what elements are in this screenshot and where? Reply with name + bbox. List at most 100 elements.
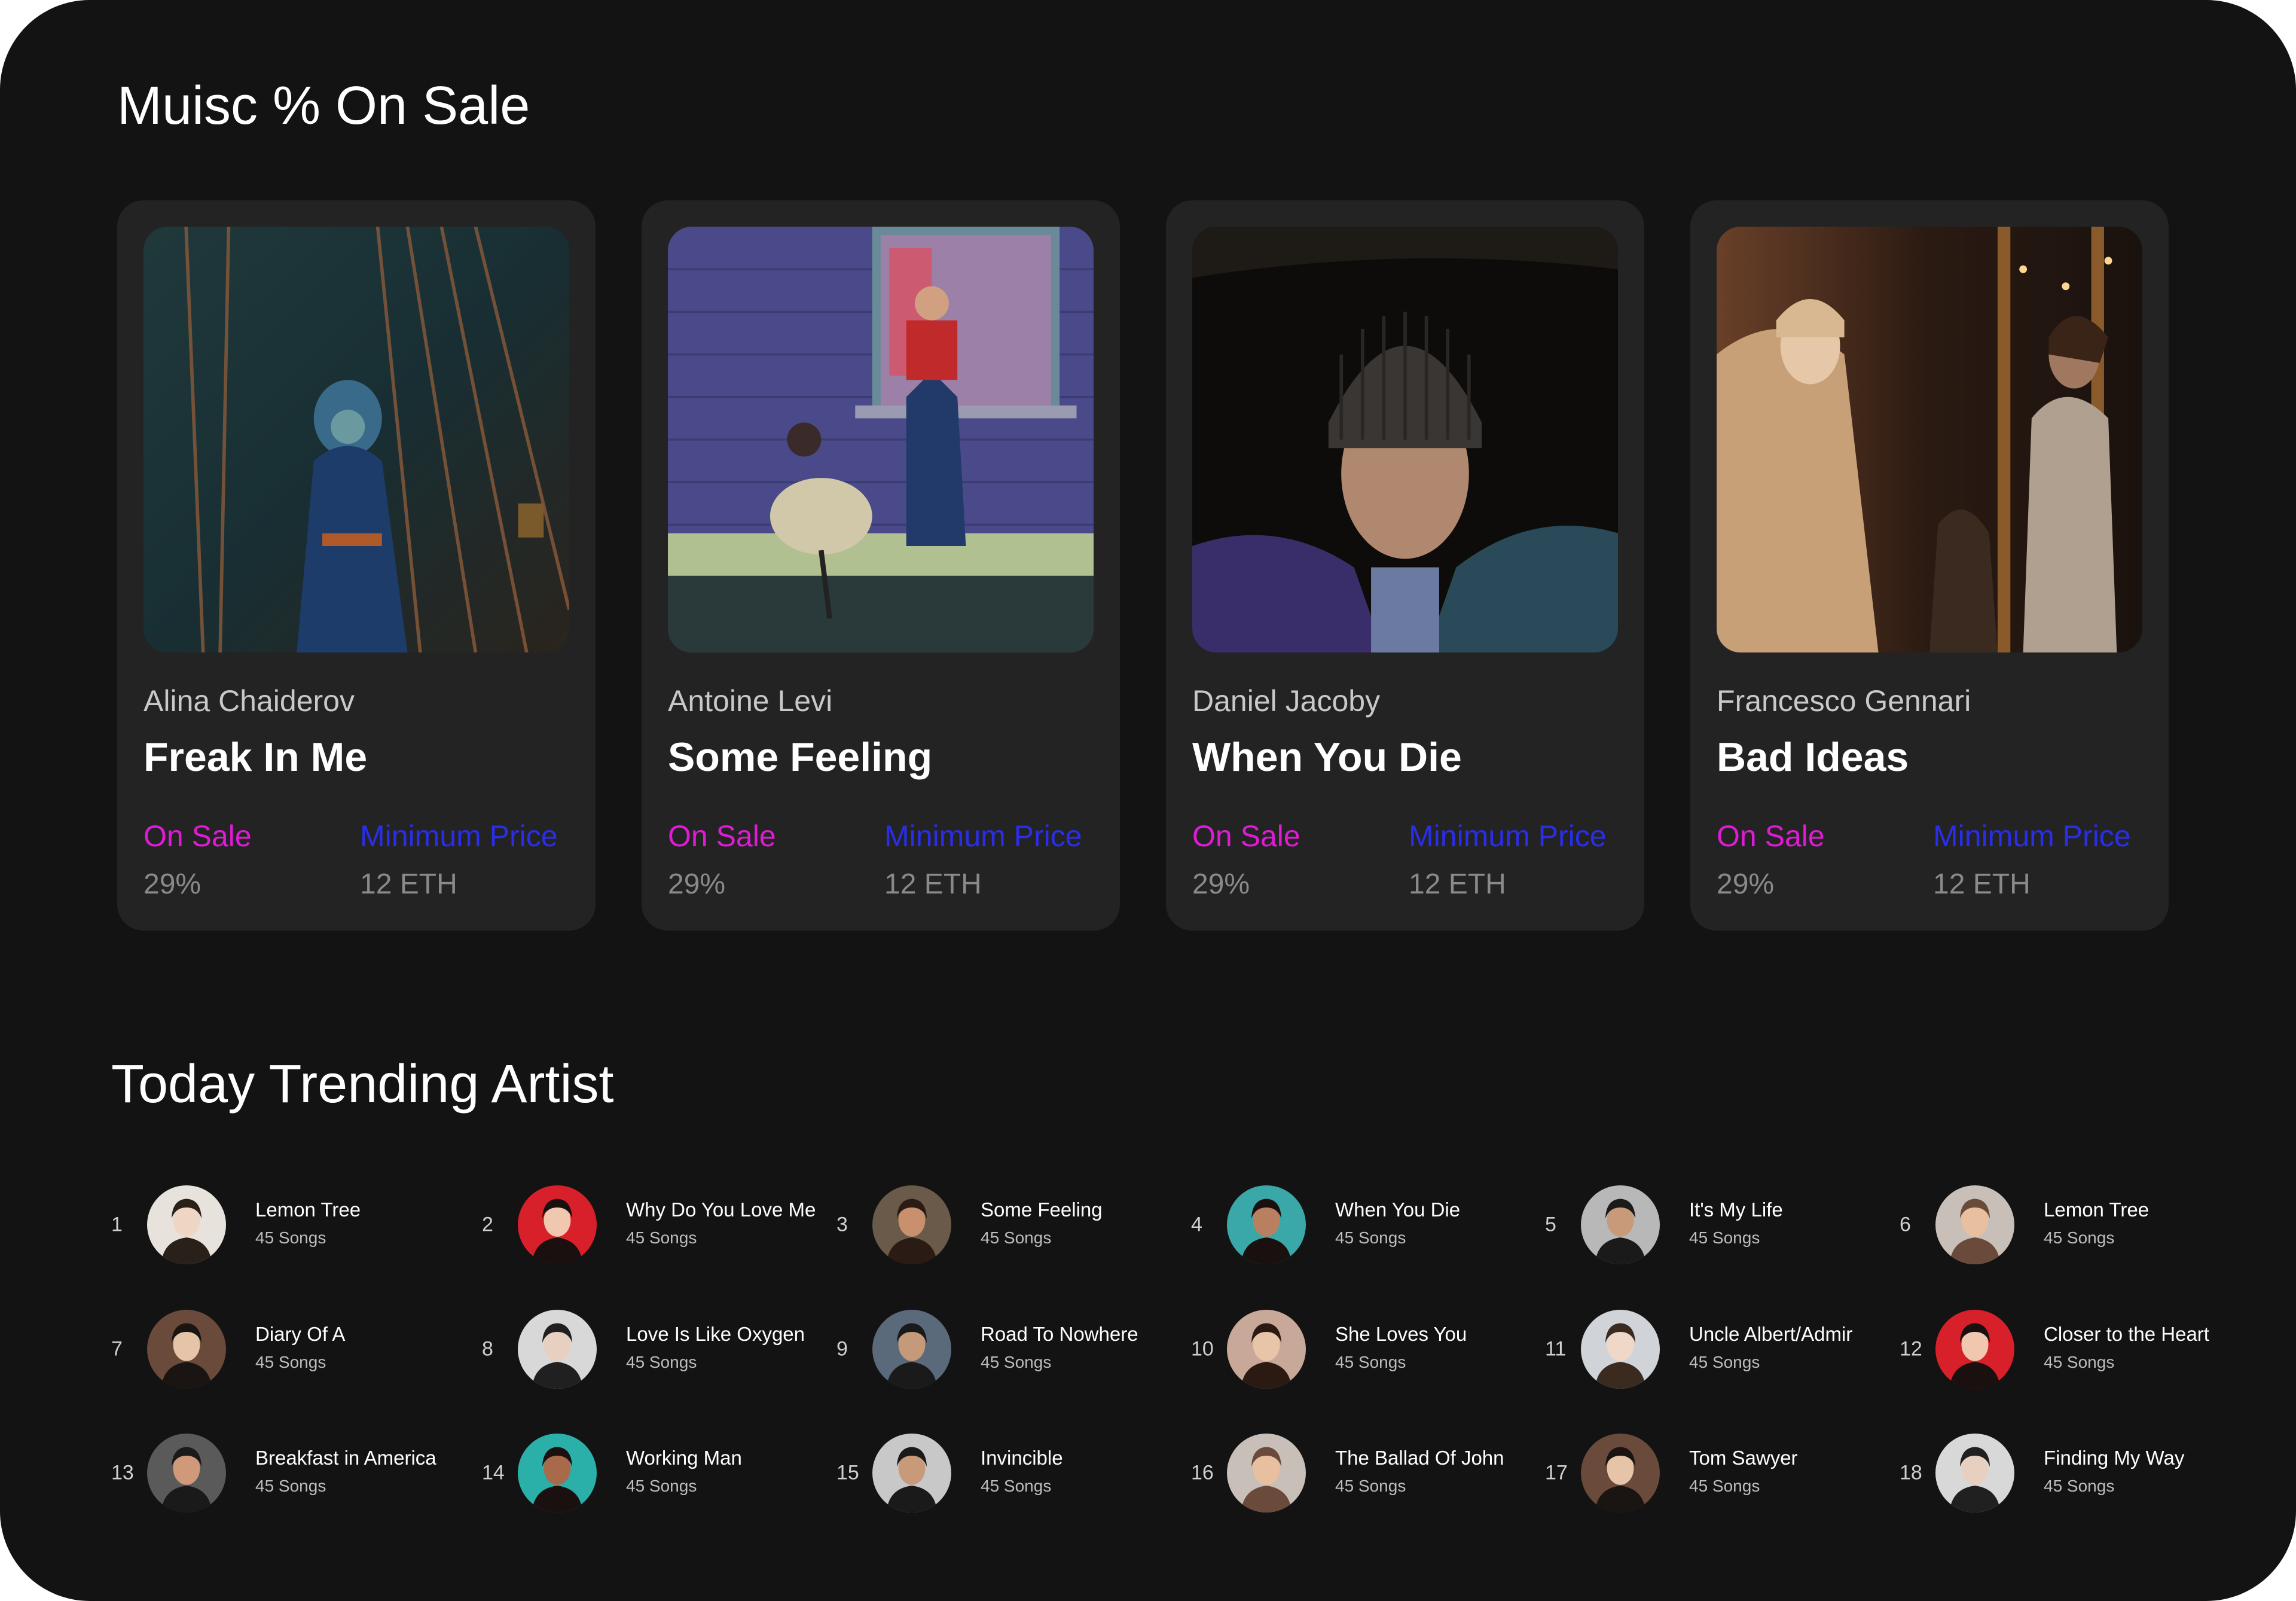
minimum-price-value: 12 ETH: [360, 868, 457, 900]
artist-song-title[interactable]: Lemon Tree: [2044, 1199, 2149, 1221]
artist-avatar[interactable]: [1581, 1434, 1660, 1512]
card-artist-name: Francesco Gennari: [1717, 684, 1971, 718]
artist-rank: 17: [1545, 1461, 1568, 1484]
trending-artist-item[interactable]: 3 Some Feeling 45 Songs: [836, 1183, 1171, 1267]
music-card[interactable]: Alina Chaiderov Freak In Me On Sale Mini…: [117, 200, 596, 931]
artist-avatar[interactable]: [1227, 1310, 1306, 1389]
artist-song-count: 45 Songs: [981, 1477, 1052, 1495]
minimum-price-value: 12 ETH: [884, 868, 982, 900]
album-cover-image: [1717, 227, 2142, 652]
artist-song-title[interactable]: Finding My Way: [2044, 1447, 2184, 1469]
music-card[interactable]: Daniel Jacoby When You Die On Sale Minim…: [1166, 200, 1644, 931]
trending-artist-item[interactable]: 4 When You Die 45 Songs: [1191, 1183, 1526, 1267]
artist-song-title[interactable]: Road To Nowhere: [981, 1323, 1138, 1346]
on-sale-label: On Sale: [1717, 819, 1825, 853]
artist-song-title[interactable]: Some Feeling: [981, 1199, 1103, 1221]
sale-percentage: 29%: [668, 868, 726, 900]
artist-avatar[interactable]: [1581, 1310, 1660, 1389]
artist-song-title[interactable]: Love Is Like Oxygen: [626, 1323, 805, 1346]
artist-avatar[interactable]: [1935, 1185, 2014, 1264]
artist-avatar[interactable]: [518, 1185, 597, 1264]
card-song-title[interactable]: Freak In Me: [144, 734, 367, 780]
trending-artist-item[interactable]: 6 Lemon Tree 45 Songs: [1900, 1183, 2234, 1267]
artist-song-count: 45 Songs: [1689, 1477, 1760, 1495]
artist-song-title[interactable]: Diary Of A: [255, 1323, 345, 1346]
artist-song-title[interactable]: Uncle Albert/Admir: [1689, 1323, 1852, 1346]
card-song-title[interactable]: Bad Ideas: [1717, 734, 1909, 780]
artist-avatar[interactable]: [147, 1310, 226, 1389]
trending-artist-item[interactable]: 16 The Ballad Of John 45 Songs: [1191, 1431, 1526, 1515]
artist-song-title[interactable]: She Loves You: [1335, 1323, 1467, 1346]
card-song-title[interactable]: When You Die: [1192, 734, 1462, 780]
card-song-title[interactable]: Some Feeling: [668, 734, 932, 780]
music-card[interactable]: Antoine Levi Some Feeling On Sale Minimu…: [642, 200, 1120, 931]
trending-artist-item[interactable]: 7 Diary Of A 45 Songs: [111, 1307, 446, 1391]
minimum-price-label: Minimum Price: [1933, 819, 2131, 853]
artist-rank: 12: [1900, 1337, 1922, 1361]
on-sale-label: On Sale: [144, 819, 252, 853]
artist-avatar[interactable]: [518, 1310, 597, 1389]
artist-avatar[interactable]: [1227, 1185, 1306, 1264]
artist-song-title[interactable]: When You Die: [1335, 1199, 1460, 1221]
trending-artist-item[interactable]: 9 Road To Nowhere 45 Songs: [836, 1307, 1171, 1391]
card-artist-name: Antoine Levi: [668, 684, 833, 718]
artist-song-count: 45 Songs: [2044, 1228, 2115, 1247]
artist-song-title[interactable]: Closer to the Heart: [2044, 1323, 2209, 1346]
artist-rank: 3: [836, 1213, 848, 1236]
artist-song-title[interactable]: Tom Sawyer: [1689, 1447, 1798, 1469]
artist-avatar[interactable]: [147, 1434, 226, 1512]
artist-rank: 18: [1900, 1461, 1922, 1484]
artist-song-count: 45 Songs: [1689, 1228, 1760, 1247]
artist-song-count: 45 Songs: [255, 1477, 326, 1495]
trending-artist-item[interactable]: 12 Closer to the Heart 45 Songs: [1900, 1307, 2234, 1391]
album-cover-image: [144, 227, 569, 652]
artist-avatar[interactable]: [147, 1185, 226, 1264]
trending-artist-item[interactable]: 10 She Loves You 45 Songs: [1191, 1307, 1526, 1391]
minimum-price-label: Minimum Price: [884, 819, 1082, 853]
minimum-price-value: 12 ETH: [1933, 868, 2031, 900]
music-card[interactable]: Francesco Gennari Bad Ideas On Sale Mini…: [1690, 200, 2169, 931]
sale-section-title: Muisc % On Sale: [117, 76, 530, 136]
artist-song-count: 45 Songs: [255, 1228, 326, 1247]
trending-artist-item[interactable]: 18 Finding My Way 45 Songs: [1900, 1431, 2234, 1515]
trending-artist-item[interactable]: 15 Invincible 45 Songs: [836, 1431, 1171, 1515]
trending-artist-item[interactable]: 5 It's My Life 45 Songs: [1545, 1183, 1880, 1267]
artist-avatar[interactable]: [1935, 1310, 2014, 1389]
trending-artist-item[interactable]: 2 Why Do You Love Me 45 Songs: [482, 1183, 817, 1267]
trending-artist-item[interactable]: 1 Lemon Tree 45 Songs: [111, 1183, 446, 1267]
album-cover-image: [1192, 227, 1618, 652]
artist-song-title[interactable]: Why Do You Love Me: [626, 1199, 816, 1221]
artist-avatar[interactable]: [518, 1434, 597, 1512]
artist-song-title[interactable]: The Ballad Of John: [1335, 1447, 1504, 1469]
artist-song-count: 45 Songs: [626, 1353, 697, 1371]
artist-rank: 11: [1545, 1337, 1567, 1361]
artist-song-title[interactable]: Lemon Tree: [255, 1199, 361, 1221]
artist-song-title[interactable]: Breakfast in America: [255, 1447, 436, 1469]
sale-percentage: 29%: [1192, 868, 1250, 900]
album-cover-image: [668, 227, 1094, 652]
artist-avatar[interactable]: [872, 1310, 951, 1389]
trending-artist-item[interactable]: 14 Working Man 45 Songs: [482, 1431, 817, 1515]
trending-artist-item[interactable]: 13 Breakfast in America 45 Songs: [111, 1431, 446, 1515]
artist-song-count: 45 Songs: [2044, 1477, 2115, 1495]
artist-song-title[interactable]: Working Man: [626, 1447, 742, 1469]
minimum-price-label: Minimum Price: [360, 819, 558, 853]
artist-avatar[interactable]: [1227, 1434, 1306, 1512]
artist-rank: 10: [1191, 1337, 1214, 1361]
artist-song-count: 45 Songs: [1689, 1353, 1760, 1371]
card-artist-name: Daniel Jacoby: [1192, 684, 1381, 718]
artist-avatar[interactable]: [1581, 1185, 1660, 1264]
artist-song-title[interactable]: It's My Life: [1689, 1199, 1783, 1221]
artist-rank: 14: [482, 1461, 505, 1484]
trending-artist-item[interactable]: 17 Tom Sawyer 45 Songs: [1545, 1431, 1880, 1515]
card-artist-name: Alina Chaiderov: [144, 684, 355, 718]
app-frame: Muisc % On Sale Alina Chaiderov Freak In…: [0, 0, 2296, 1601]
artist-avatar[interactable]: [1935, 1434, 2014, 1512]
trending-artist-item[interactable]: 8 Love Is Like Oxygen 45 Songs: [482, 1307, 817, 1391]
artist-avatar[interactable]: [872, 1434, 951, 1512]
artist-rank: 13: [111, 1461, 134, 1484]
artist-avatar[interactable]: [872, 1185, 951, 1264]
artist-rank: 4: [1191, 1213, 1202, 1236]
artist-song-title[interactable]: Invincible: [981, 1447, 1063, 1469]
trending-artist-item[interactable]: 11 Uncle Albert/Admir 45 Songs: [1545, 1307, 1880, 1391]
